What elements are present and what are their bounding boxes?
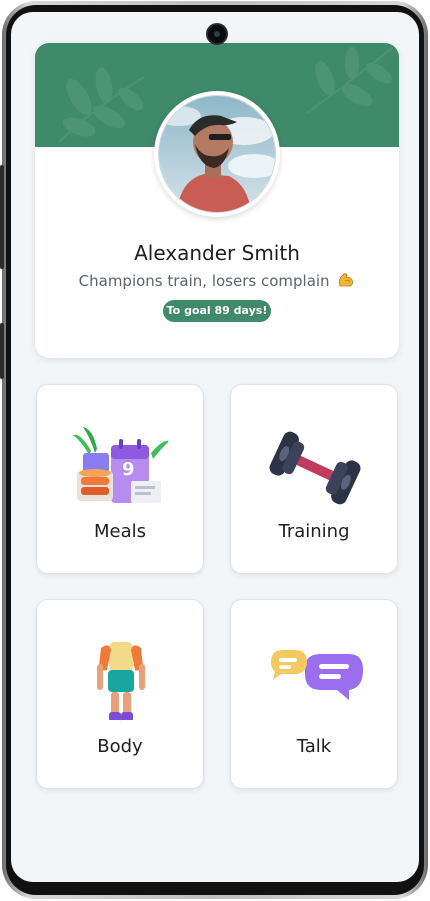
leaf-decoration-icon — [58, 67, 145, 143]
goal-badge: To goal 89 days! — [163, 300, 271, 322]
training-tile[interactable]: Training — [230, 384, 398, 574]
body-label: Body — [97, 736, 143, 757]
power-button — [0, 323, 4, 379]
avatar-photo — [158, 95, 276, 213]
profile-tagline: Champions train, losers complain — [35, 271, 399, 293]
meals-tile[interactable]: 9 Meals — [36, 384, 204, 574]
meals-label: Meals — [93, 521, 146, 542]
body-figure-icon — [97, 642, 145, 723]
talk-label: Talk — [296, 736, 332, 757]
dumbbell-icon — [269, 431, 361, 505]
profile-card: Alexander Smith Champions train, losers … — [35, 43, 399, 358]
app-screen: Alexander Smith Champions train, losers … — [11, 12, 419, 882]
tagline-text: Champions train, losers complain — [78, 272, 330, 290]
front-camera — [206, 23, 228, 45]
training-label: Training — [278, 521, 350, 542]
body-tile[interactable]: Body — [36, 599, 204, 789]
talk-tile[interactable]: Talk — [230, 599, 398, 789]
svg-text:9: 9 — [122, 459, 135, 480]
avatar[interactable] — [154, 91, 280, 217]
meals-calendar-icon: 9 — [73, 427, 169, 503]
flexed-biceps-icon — [337, 271, 355, 293]
volume-button — [0, 165, 4, 269]
leaf-decoration-icon — [306, 47, 393, 114]
chat-bubbles-icon — [271, 650, 363, 700]
profile-name: Alexander Smith — [134, 241, 300, 265]
